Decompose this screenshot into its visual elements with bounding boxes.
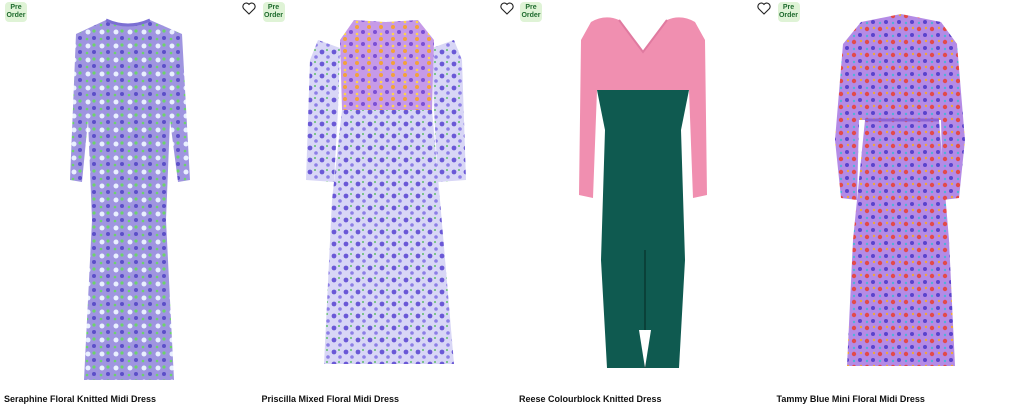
pre-order-badge: Pre Order bbox=[262, 2, 285, 22]
product-title[interactable]: Reese Colourblock Knitted Dress bbox=[519, 394, 662, 404]
product-image[interactable] bbox=[0, 0, 256, 390]
product-image[interactable] bbox=[772, 0, 1024, 390]
wishlist-heart-icon[interactable] bbox=[757, 2, 771, 15]
product-image[interactable] bbox=[257, 0, 514, 390]
product-image[interactable] bbox=[515, 0, 771, 390]
dress-illustration bbox=[834, 14, 965, 366]
product-title[interactable]: Priscilla Mixed Floral Midi Dress bbox=[262, 394, 400, 404]
dress-illustration bbox=[70, 18, 190, 380]
dress-illustration bbox=[579, 17, 707, 368]
product-card[interactable]: Pre Order Priscilla Mixed Floral Midi Dr… bbox=[257, 0, 514, 408]
wishlist-heart-icon[interactable] bbox=[499, 2, 514, 15]
wishlist-heart-icon[interactable] bbox=[242, 2, 256, 15]
product-card[interactable]: Pre Order Tammy Blue Mini Floral Midi Dr… bbox=[772, 0, 1024, 408]
product-grid: Pre Order Seraphine Floral Knitted Midi … bbox=[0, 0, 1024, 408]
product-card[interactable]: Pre Order Seraphine Floral Knitted Midi … bbox=[0, 0, 256, 408]
pre-order-badge: Pre Order bbox=[5, 2, 27, 22]
dress-illustration bbox=[305, 20, 466, 364]
product-card[interactable]: Pre Order Reese Colourblock Knitted Dres… bbox=[515, 0, 771, 408]
pre-order-badge: Pre Order bbox=[777, 2, 800, 22]
product-title[interactable]: Seraphine Floral Knitted Midi Dress bbox=[4, 394, 156, 404]
product-title[interactable]: Tammy Blue Mini Floral Midi Dress bbox=[777, 394, 925, 404]
pre-order-badge: Pre Order bbox=[520, 2, 542, 22]
